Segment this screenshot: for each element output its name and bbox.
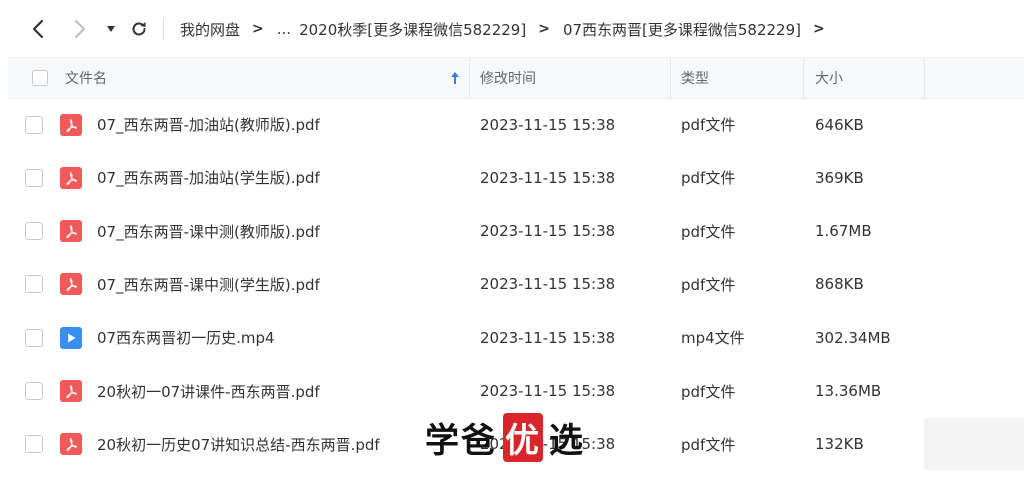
file-name[interactable]: 07_西东两晋-课中测(教师版).pdf: [97, 205, 320, 258]
pdf-icon: [60, 418, 82, 471]
file-size: 13.36MB: [815, 382, 882, 400]
row-checkbox[interactable]: [25, 258, 43, 311]
column-divider: [670, 58, 671, 98]
row-checkbox[interactable]: [25, 365, 43, 418]
watermark-text: 优: [503, 412, 543, 462]
file-name[interactable]: 07_西东两晋-课中测(学生版).pdf: [97, 258, 320, 311]
breadcrumb-item-parent[interactable]: 2020秋季[更多课程微信582229]: [299, 19, 526, 40]
row-checkbox[interactable]: [25, 151, 43, 204]
file-type: pdf文件: [681, 169, 736, 188]
watermark-logo: 学爸 优 选: [425, 412, 585, 462]
file-size: 868KB: [815, 275, 864, 294]
file-modified-time: 2023-11-15 15:38: [480, 382, 616, 400]
table-header: 文件名 修改时间 类型 大小: [8, 57, 1024, 99]
file-name[interactable]: 07_西东两晋-加油站(教师版).pdf: [97, 98, 320, 151]
file-name[interactable]: 07_西东两晋-加油站(学生版).pdf: [97, 151, 320, 204]
file-type: pdf文件: [681, 435, 736, 454]
file-name[interactable]: 20秋初一07讲课件-西东两晋.pdf: [97, 365, 320, 418]
file-name[interactable]: 20秋初一历史07讲知识总结-西东两晋.pdf: [97, 418, 380, 471]
breadcrumb-item-root[interactable]: 我的网盘: [180, 19, 240, 40]
video-icon: [60, 311, 82, 364]
toolbar: 我的网盘 > ... 2020秋季[更多课程微信582229] > 07西东两晋…: [0, 0, 1024, 58]
file-size: 1.67MB: [815, 222, 872, 241]
file-size: 369KB: [815, 168, 864, 187]
breadcrumb-item-current[interactable]: 07西东两晋[更多课程微信582229]: [563, 19, 801, 40]
file-type: pdf文件: [681, 116, 736, 134]
sort-up-arrow-icon[interactable]: [450, 58, 460, 98]
breadcrumb: 我的网盘 > ... 2020秋季[更多课程微信582229] > 07西东两晋…: [180, 17, 838, 41]
column-header-name[interactable]: 文件名: [65, 58, 107, 98]
file-type: mp4文件: [681, 329, 745, 348]
breadcrumb-ellipsis[interactable]: ...: [277, 20, 291, 38]
select-all-checkbox[interactable]: [32, 58, 48, 98]
back-icon[interactable]: [26, 17, 50, 41]
pdf-icon: [60, 365, 82, 418]
watermark-text: 学爸: [425, 420, 497, 461]
row-checkbox[interactable]: [25, 311, 43, 364]
file-modified-time: 2023-11-15 15:38: [480, 275, 616, 294]
file-name[interactable]: 07西东两晋初一历史.mp4: [97, 311, 275, 364]
column-divider: [803, 58, 804, 98]
file-type: pdf文件: [681, 382, 736, 401]
table-row[interactable]: 07_西东两晋-课中测(教师版).pdf 2023-11-15 15:38 pdf文…: [8, 205, 1024, 258]
table-row[interactable]: 07_西东两晋-课中测(学生版).pdf 2023-11-15 15:38 pdf文…: [8, 258, 1024, 311]
file-size: 646KB: [815, 115, 864, 134]
file-size: 302.34MB: [815, 328, 891, 347]
toolbar-divider: [163, 18, 164, 40]
file-type: pdf文件: [681, 222, 736, 241]
breadcrumb-separator: >: [538, 21, 550, 37]
breadcrumb-separator: >: [813, 21, 825, 37]
pdf-icon: [60, 205, 82, 258]
table-row[interactable]: 07_西东两晋-加油站(教师版).pdf 2023-11-15 15:38 pdf文…: [8, 98, 1024, 151]
breadcrumb-separator: >: [252, 21, 264, 37]
column-header-size[interactable]: 大小: [815, 58, 843, 98]
file-modified-time: 2023-11-15 15:38: [480, 328, 616, 347]
row-checkbox[interactable]: [25, 418, 43, 471]
column-header-modified[interactable]: 修改时间: [480, 58, 536, 98]
file-modified-time: 2023-11-15 15:38: [480, 168, 616, 187]
file-modified-time: 2023-11-15 15:38: [480, 115, 616, 134]
file-type: pdf文件: [681, 275, 736, 294]
file-size: 132KB: [815, 435, 864, 454]
row-checkbox[interactable]: [25, 98, 43, 151]
column-header-type[interactable]: 类型: [681, 58, 709, 98]
forward-icon[interactable]: [68, 17, 92, 41]
table-row[interactable]: 07西东两晋初一历史.mp4 2023-11-15 15:38 mp4文件 302.3…: [8, 311, 1024, 364]
pdf-icon: [60, 258, 82, 311]
column-divider: [924, 58, 925, 98]
file-modified-time: 2023-11-15 15:38: [480, 222, 616, 241]
pdf-icon: [60, 151, 82, 204]
watermark-text: 选: [549, 420, 585, 461]
column-divider: [469, 58, 470, 98]
pdf-icon: [60, 98, 82, 151]
refresh-icon[interactable]: [127, 17, 151, 41]
dropdown-icon[interactable]: [99, 17, 123, 41]
row-checkbox[interactable]: [25, 205, 43, 258]
table-row[interactable]: 07_西东两晋-加油站(学生版).pdf 2023-11-15 15:38 pdf文…: [8, 151, 1024, 204]
table-row[interactable]: 20秋初一07讲课件-西东两晋.pdf 2023-11-15 15:38 pdf文件…: [8, 365, 1024, 418]
